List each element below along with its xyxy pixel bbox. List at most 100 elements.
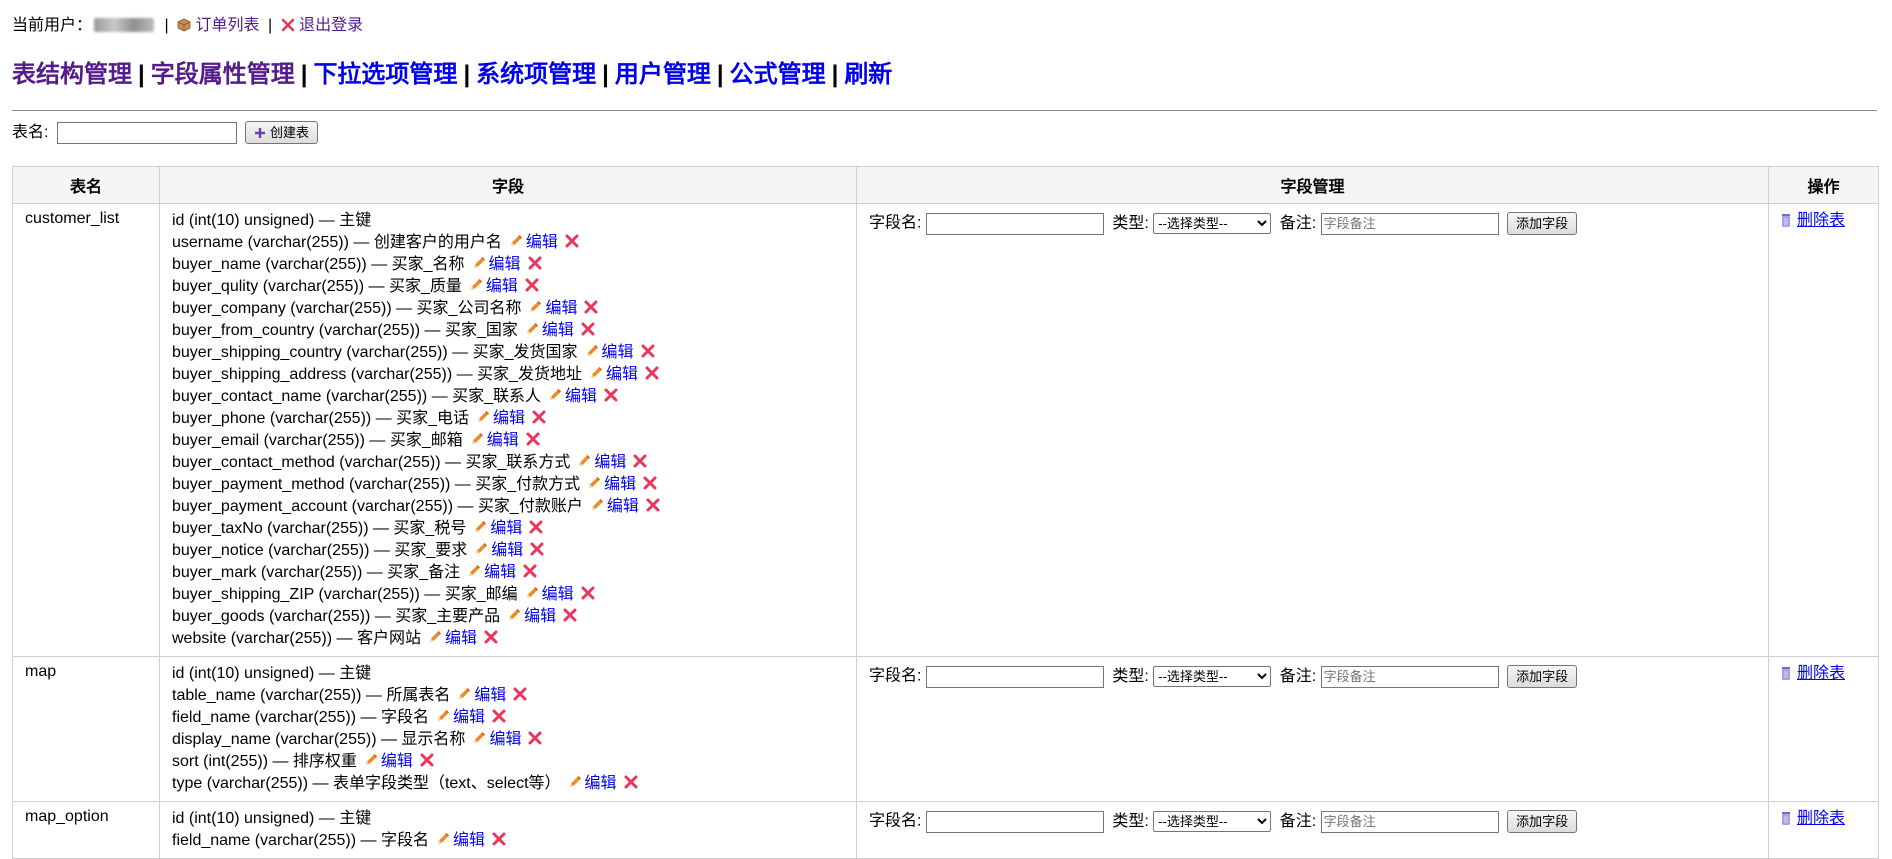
delete-field-icon[interactable]: [603, 387, 619, 403]
pencil-icon: [466, 563, 482, 579]
type-select[interactable]: --选择类型--: [1153, 666, 1272, 687]
fields-cell: id (int(10) unsigned) — 主键 table_name (va…: [159, 656, 857, 802]
delete-table-link[interactable]: 删除表: [1781, 665, 1845, 682]
edit-field-link[interactable]: 编辑: [606, 366, 638, 383]
delete-field-icon[interactable]: [580, 585, 596, 601]
edit-field-link[interactable]: 编辑: [484, 564, 516, 581]
field-description: buyer_phone (varchar(255)) — 买家_电话: [172, 410, 470, 427]
delete-field-icon[interactable]: [528, 519, 544, 535]
edit-field-link[interactable]: 编辑: [526, 234, 558, 251]
edit-field-link[interactable]: 编辑: [381, 753, 413, 770]
delete-field-icon[interactable]: [491, 708, 507, 724]
delete-field-icon[interactable]: [564, 233, 580, 249]
add-field-button[interactable]: 添加字段: [1507, 212, 1578, 235]
delete-field-icon[interactable]: [562, 607, 578, 623]
edit-field-link[interactable]: 编辑: [489, 731, 521, 748]
type-select[interactable]: --选择类型--: [1153, 213, 1272, 234]
edit-field-link[interactable]: 编辑: [491, 542, 523, 559]
delete-field-icon[interactable]: [623, 774, 639, 790]
note-label: 备注:: [1279, 214, 1317, 232]
edit-field-link[interactable]: 编辑: [474, 687, 506, 704]
edit-field-link[interactable]: 编辑: [607, 498, 639, 515]
nav-formula-management[interactable]: 公式管理: [730, 61, 826, 88]
note-input[interactable]: [1320, 212, 1499, 235]
delete-field-icon[interactable]: [525, 431, 541, 447]
delete-field-icon[interactable]: [491, 831, 507, 847]
field-description: id (int(10) unsigned) — 主键: [172, 810, 372, 827]
edit-field-link[interactable]: 编辑: [604, 476, 636, 493]
field-item: buyer_name (varchar(255)) — 买家_名称 编辑: [172, 254, 844, 276]
delete-field-icon[interactable]: [531, 409, 547, 425]
field-name-input[interactable]: [925, 810, 1104, 833]
delete-field-icon[interactable]: [483, 629, 499, 645]
add-field-button[interactable]: 添加字段: [1507, 810, 1578, 833]
nav-field-attributes[interactable]: 字段属性管理: [151, 61, 295, 88]
create-table-button[interactable]: 创建表: [245, 121, 318, 145]
add-field-button[interactable]: 添加字段: [1507, 665, 1578, 688]
delete-table-label: 删除表: [1797, 810, 1846, 827]
delete-field-icon[interactable]: [580, 321, 596, 337]
edit-field-link[interactable]: 编辑: [487, 432, 519, 449]
edit-field-link[interactable]: 编辑: [594, 454, 626, 471]
note-input[interactable]: [1320, 665, 1499, 688]
edit-field-link[interactable]: 编辑: [542, 322, 574, 339]
table-name-input[interactable]: [56, 121, 237, 144]
delete-field-icon[interactable]: [527, 730, 543, 746]
edit-field-link[interactable]: 编辑: [585, 775, 617, 792]
separator: |: [164, 17, 169, 34]
table-name-label: 表名:: [12, 124, 49, 141]
nav-system-items[interactable]: 系统项管理: [476, 61, 596, 88]
type-select[interactable]: --选择类型--: [1153, 811, 1272, 832]
table-header-row: 表名 字段 字段管理 操作: [12, 166, 1879, 204]
orders-link[interactable]: 订单列表: [196, 17, 260, 34]
nav-refresh[interactable]: 刷新: [844, 61, 892, 88]
type-label: 类型:: [1112, 214, 1149, 232]
edit-field-link[interactable]: 编辑: [445, 630, 477, 647]
edit-field-link[interactable]: 编辑: [602, 344, 634, 361]
nav-user-management[interactable]: 用户管理: [615, 61, 711, 88]
delete-field-icon[interactable]: [583, 299, 599, 315]
current-user-label: 当前用户：: [12, 17, 93, 34]
pencil-icon: [584, 343, 600, 359]
edit-field-link[interactable]: 编辑: [453, 709, 485, 726]
field-name-input[interactable]: [925, 665, 1104, 688]
field-name-input[interactable]: [925, 212, 1104, 235]
pencil-icon: [589, 497, 605, 513]
delete-field-icon[interactable]: [529, 541, 545, 557]
edit-field-link[interactable]: 编辑: [542, 586, 574, 603]
note-input[interactable]: [1320, 810, 1499, 833]
actions-cell: 删除表: [1768, 656, 1879, 802]
edit-field-link[interactable]: 编辑: [486, 278, 518, 295]
delete-field-icon[interactable]: [524, 277, 540, 293]
edit-field-link[interactable]: 编辑: [489, 256, 521, 273]
edit-field-link[interactable]: 编辑: [565, 388, 597, 405]
edit-field-link[interactable]: 编辑: [545, 300, 577, 317]
edit-field-link[interactable]: 编辑: [493, 410, 525, 427]
field-management-cell: 字段名: 类型: --选择类型-- 备注: 添加字段: [856, 203, 1769, 657]
pencil-icon: [363, 752, 379, 768]
delete-field-icon[interactable]: [632, 453, 648, 469]
field-description: display_name (varchar(255)) — 显示名称: [172, 731, 466, 748]
nav-dropdown-options[interactable]: 下拉选项管理: [313, 61, 457, 88]
delete-field-icon[interactable]: [522, 563, 538, 579]
field-item: id (int(10) unsigned) — 主键: [172, 808, 844, 830]
field-management-cell: 字段名: 类型: --选择类型-- 备注: 添加字段: [856, 656, 1769, 802]
delete-field-icon[interactable]: [640, 343, 656, 359]
delete-table-link[interactable]: 删除表: [1781, 212, 1845, 229]
delete-table-link[interactable]: 删除表: [1781, 810, 1845, 827]
delete-field-icon[interactable]: [642, 475, 658, 491]
edit-field-link[interactable]: 编辑: [490, 520, 522, 537]
logout-link[interactable]: 退出登录: [299, 17, 363, 34]
field-description: buyer_shipping_address (varchar(255)) — …: [172, 366, 582, 383]
delete-field-icon[interactable]: [527, 255, 543, 271]
nav-table-structure[interactable]: 表结构管理: [12, 61, 132, 88]
delete-field-icon[interactable]: [419, 752, 435, 768]
delete-field-icon[interactable]: [644, 365, 660, 381]
delete-field-icon[interactable]: [645, 497, 661, 513]
delete-field-icon[interactable]: [512, 686, 528, 702]
edit-field-link[interactable]: 编辑: [524, 608, 556, 625]
header-fields: 字段: [159, 166, 857, 204]
username-redacted: [94, 18, 155, 32]
edit-field-link[interactable]: 编辑: [453, 832, 485, 849]
field-management-cell: 字段名: 类型: --选择类型-- 备注: 添加字段: [856, 801, 1769, 859]
